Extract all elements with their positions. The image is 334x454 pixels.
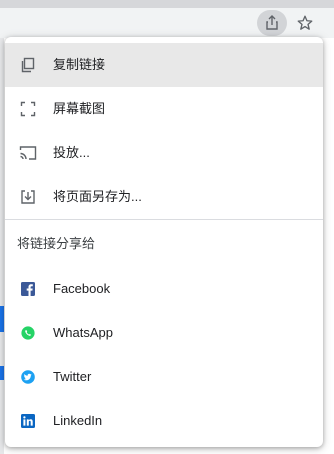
share-button[interactable] — [257, 10, 287, 36]
share-target-facebook[interactable]: Facebook — [5, 267, 323, 311]
whatsapp-icon — [19, 324, 37, 342]
menu-item-label: 屏幕截图 — [53, 101, 106, 116]
page-edge — [0, 38, 4, 454]
share-target-whatsapp[interactable]: WhatsApp — [5, 311, 323, 355]
menu-item-label: 复制链接 — [53, 57, 106, 72]
share-target-linkedin[interactable]: LinkedIn — [5, 399, 323, 443]
page-accent — [0, 306, 4, 332]
menu-item-save-page[interactable]: 将页面另存为... — [5, 175, 323, 219]
menu-item-copy-link[interactable]: 复制链接 — [5, 43, 323, 87]
share-section-title: 将链接分享给 — [17, 236, 96, 251]
menu-item-cast[interactable]: 投放... — [5, 131, 323, 175]
bookmark-button[interactable] — [292, 10, 318, 36]
page-accent — [0, 366, 4, 380]
linkedin-icon — [19, 412, 37, 430]
share-target-label: WhatsApp — [53, 325, 113, 340]
share-target-label: Twitter — [53, 369, 92, 384]
share-target-twitter[interactable]: Twitter — [5, 355, 323, 399]
cast-icon — [19, 144, 37, 162]
share-target-label: LinkedIn — [53, 413, 103, 428]
share-menu: 复制链接 屏幕截图 投放... 将页面另存为... 将链接分享给 Faceboo… — [5, 37, 323, 447]
browser-top-bar — [0, 0, 334, 8]
screenshot-icon — [19, 100, 37, 118]
copy-icon — [19, 56, 37, 74]
star-icon — [297, 15, 313, 30]
share-target-label: Facebook — [53, 281, 111, 296]
divider — [5, 219, 323, 220]
share-icon — [266, 15, 278, 30]
twitter-icon — [19, 368, 37, 386]
facebook-icon — [19, 280, 37, 298]
menu-item-label: 投放... — [53, 145, 90, 160]
save-page-icon — [19, 188, 37, 206]
menu-item-label: 将页面另存为... — [53, 189, 142, 204]
menu-item-screenshot[interactable]: 屏幕截图 — [5, 87, 323, 131]
